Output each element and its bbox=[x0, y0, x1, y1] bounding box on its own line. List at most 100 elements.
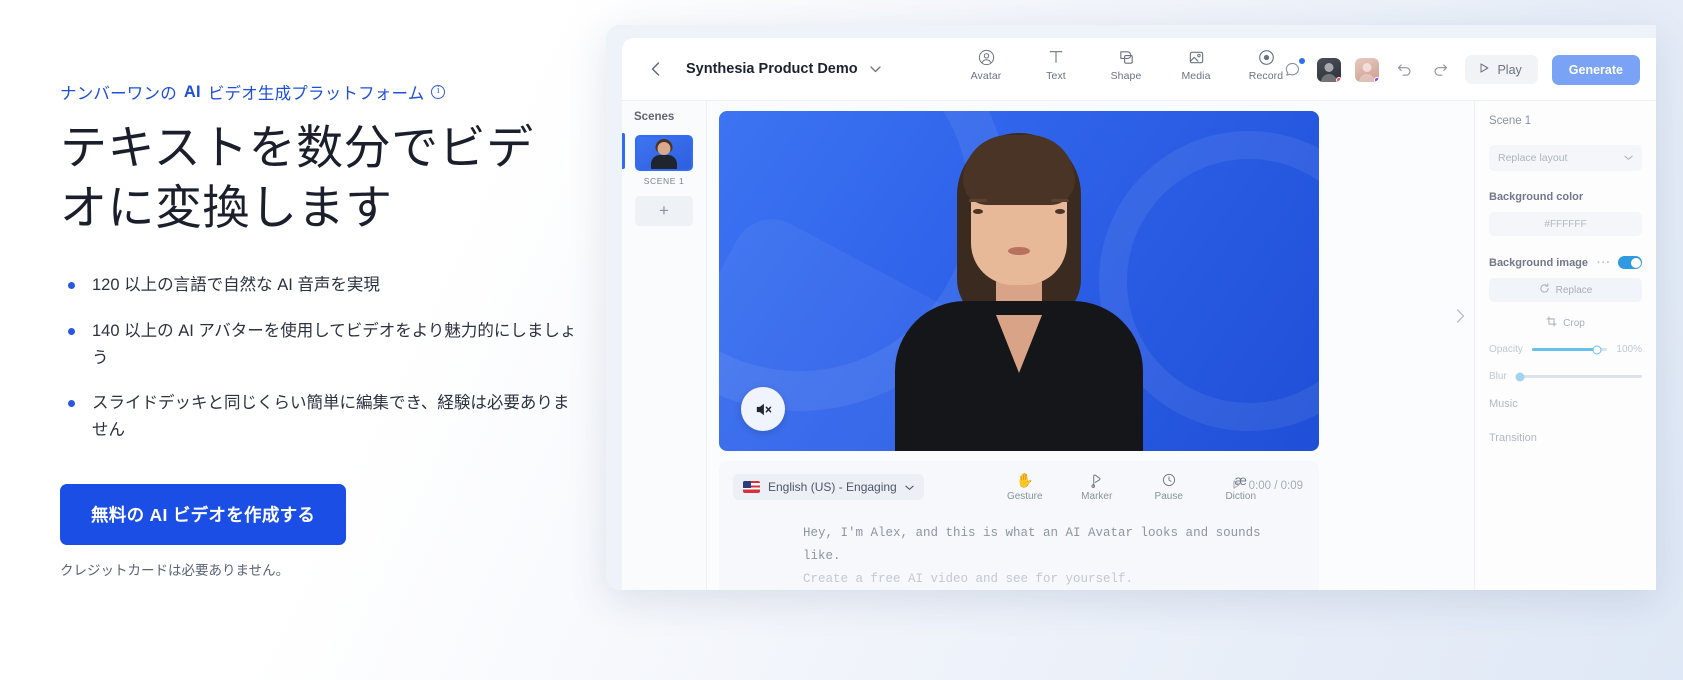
script-toolbar: English (US) - Engaging ✋ Gesture Marker… bbox=[733, 471, 1305, 502]
panel-scene-title: Scene 1 bbox=[1489, 115, 1532, 127]
add-scene-button[interactable]: + bbox=[635, 196, 693, 226]
avatar-body bbox=[1359, 73, 1376, 82]
chevron-right-icon[interactable] bbox=[1456, 309, 1465, 326]
blur-slider-knob[interactable] bbox=[1515, 372, 1525, 381]
avatar[interactable] bbox=[1317, 57, 1342, 82]
us-flag-icon bbox=[743, 480, 760, 493]
replace-layout-select[interactable]: Replace layout bbox=[1489, 145, 1642, 171]
background-color-label-text: Background color bbox=[1489, 191, 1584, 203]
avatar-mouth bbox=[1008, 247, 1030, 255]
insert-tools: Avatar Text Shape Media Record bbox=[962, 47, 1290, 82]
app-window: Synthesia Product Demo Avatar Text Shape… bbox=[622, 38, 1656, 590]
eyebrow-text-pre: ナンバーワンの bbox=[60, 85, 177, 103]
tool-record-label: Record bbox=[1248, 70, 1284, 82]
script-line-1: Hey, I'm Alex, and this is what an AI Av… bbox=[803, 526, 1261, 564]
avatar-eye-left bbox=[973, 209, 983, 214]
tool-pause-label: Pause bbox=[1154, 491, 1183, 502]
record-icon bbox=[1258, 47, 1275, 67]
tool-shape[interactable]: Shape bbox=[1102, 47, 1150, 82]
media-icon bbox=[1188, 47, 1205, 67]
tool-avatar-label: Avatar bbox=[970, 70, 1002, 82]
no-credit-card-disclaimer: クレジットカードは必要ありません。 bbox=[60, 563, 290, 579]
replace-layout-label: Replace layout bbox=[1498, 152, 1568, 164]
crop-icon bbox=[1546, 316, 1557, 330]
play-icon bbox=[1478, 62, 1490, 77]
opacity-slider-knob[interactable] bbox=[1592, 345, 1602, 354]
info-icon[interactable] bbox=[431, 85, 446, 99]
scenes-sidebar: Scenes SCENE 1 + bbox=[622, 101, 707, 590]
toolbar-actions: Play Generate bbox=[1281, 38, 1640, 101]
avatar-brow-left bbox=[969, 199, 987, 202]
tool-avatar[interactable]: Avatar bbox=[962, 47, 1010, 82]
background-color-label: Background color bbox=[1489, 191, 1642, 203]
chevron-left-icon[interactable] bbox=[644, 58, 666, 80]
avatar[interactable] bbox=[1355, 57, 1380, 82]
tool-marker-label: Marker bbox=[1081, 491, 1113, 502]
tool-gesture-label: Gesture bbox=[1006, 491, 1043, 502]
page-title: テキストを数分でビデオに変換します bbox=[60, 121, 534, 235]
tool-text[interactable]: Text bbox=[1032, 47, 1080, 82]
document-title-label: Synthesia Product Demo bbox=[686, 61, 858, 77]
redo-icon[interactable] bbox=[1429, 59, 1451, 81]
feature-list: 120 以上の言語で自然な AI 音声を実現 140 以上の AI アバターを使… bbox=[60, 272, 600, 444]
chevron-down-icon bbox=[1624, 152, 1633, 164]
blur-slider[interactable] bbox=[1515, 372, 1642, 381]
document-title[interactable]: Synthesia Product Demo bbox=[686, 61, 881, 77]
app-preview: Synthesia Product Demo Avatar Text Shape… bbox=[606, 25, 1656, 590]
undo-icon[interactable] bbox=[1393, 59, 1415, 81]
list-item: スライドデッキと同じくらい簡単に編集でき、経験は必要ありません bbox=[60, 390, 580, 444]
background-image-toggle[interactable] bbox=[1618, 256, 1642, 269]
app-body: Scenes SCENE 1 + English (US) - Engaging… bbox=[622, 101, 1656, 590]
notification-dot bbox=[1299, 57, 1306, 64]
background-image-more-icon[interactable]: ··· bbox=[1597, 257, 1611, 269]
script-editor[interactable]: Hey, I'm Alex, and this is what an AI Av… bbox=[733, 522, 1305, 590]
scene-avatar-body bbox=[651, 155, 677, 169]
crop-background-button[interactable]: Crop bbox=[1489, 311, 1642, 335]
play-button-label: Play bbox=[1497, 62, 1522, 77]
avatar-hair-front bbox=[963, 135, 1075, 205]
play-button[interactable]: Play bbox=[1465, 55, 1538, 84]
speaker-muted-icon[interactable] bbox=[741, 387, 785, 431]
generate-button[interactable]: Generate bbox=[1551, 54, 1640, 85]
shape-icon bbox=[1118, 47, 1135, 67]
scene-thumbnail-1[interactable] bbox=[635, 135, 693, 171]
music-label[interactable]: Music bbox=[1489, 398, 1642, 410]
replace-button-label: Replace bbox=[1555, 284, 1593, 296]
play-small-icon[interactable] bbox=[1231, 479, 1242, 493]
opacity-slider-fill bbox=[1531, 348, 1597, 351]
opacity-label: Opacity bbox=[1489, 344, 1523, 355]
create-free-ai-video-button[interactable]: 無料の AI ビデオを作成する bbox=[60, 484, 347, 546]
comment-icon[interactable] bbox=[1281, 57, 1306, 81]
blur-label: Blur bbox=[1489, 371, 1507, 382]
chevron-down-icon bbox=[905, 480, 914, 494]
opacity-slider[interactable] bbox=[1531, 345, 1608, 354]
video-canvas[interactable] bbox=[719, 111, 1319, 451]
scenes-title: Scenes bbox=[634, 111, 675, 123]
tool-shape-label: Shape bbox=[1110, 70, 1142, 82]
hero-copy: ナンバーワンの AI ビデオ生成プラットフォーム テキストを数分でビデオに変換し… bbox=[60, 80, 600, 579]
scene-avatar-head bbox=[657, 142, 671, 155]
script-panel: English (US) - Engaging ✋ Gesture Marker… bbox=[719, 461, 1319, 590]
avatar-face bbox=[1324, 62, 1334, 72]
background-image-label: Background image ··· bbox=[1489, 256, 1642, 269]
marker-icon bbox=[1090, 471, 1103, 489]
crop-button-label: Crop bbox=[1563, 317, 1585, 329]
tool-media-label: Media bbox=[1181, 70, 1211, 82]
tool-marker[interactable]: Marker bbox=[1074, 471, 1120, 502]
transition-label[interactable]: Transition bbox=[1489, 432, 1642, 444]
refresh-icon bbox=[1539, 283, 1550, 297]
avatar-brow-right bbox=[1051, 199, 1069, 202]
scene-settings-panel: Scene 1 Replace layout Background color … bbox=[1456, 101, 1656, 590]
scene-1-label: SCENE 1 bbox=[643, 176, 685, 186]
language-selector[interactable]: English (US) - Engaging bbox=[733, 473, 924, 500]
tool-gesture[interactable]: ✋ Gesture bbox=[1002, 471, 1048, 503]
chevron-down-icon[interactable] bbox=[869, 62, 881, 76]
replace-background-button[interactable]: Replace bbox=[1489, 278, 1642, 302]
text-icon bbox=[1048, 47, 1064, 67]
gesture-icon: ✋ bbox=[1016, 471, 1034, 488]
background-image-label-text: Background image bbox=[1489, 256, 1589, 269]
tool-pause[interactable]: Pause bbox=[1146, 471, 1192, 502]
editor-stage: English (US) - Engaging ✋ Gesture Marker… bbox=[707, 101, 1474, 590]
background-color-value[interactable]: #FFFFFF bbox=[1489, 212, 1642, 236]
tool-media[interactable]: Media bbox=[1172, 47, 1220, 82]
